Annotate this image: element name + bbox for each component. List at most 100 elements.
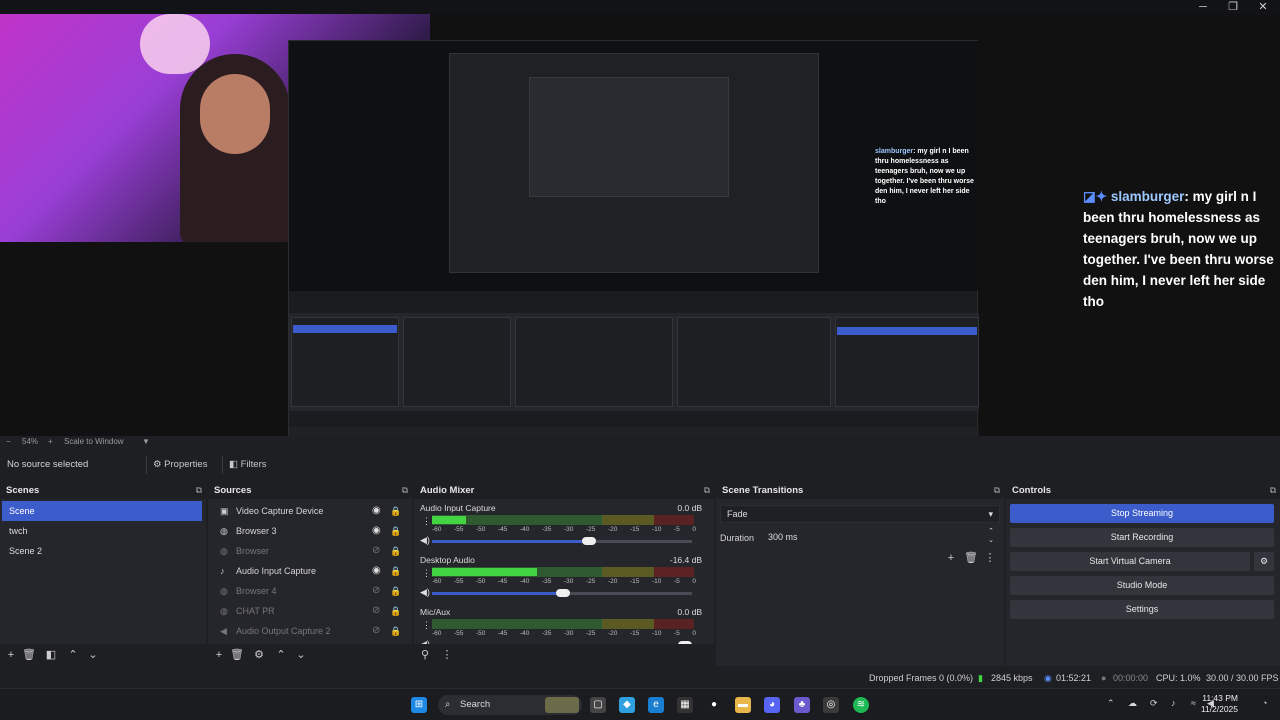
source-item[interactable]: ◍ CHAT PR ⊘ 🔒: [212, 601, 404, 621]
trash-icon[interactable]: 🗑: [22, 648, 36, 662]
zoom-in-button[interactable]: +: [48, 437, 53, 446]
lock-icon[interactable]: 🔒: [390, 501, 401, 521]
settings-button[interactable]: Settings: [1010, 600, 1274, 619]
meter-ticks: -60 -55 -50 -45 -40 -35 -30 -25 -20 -15 -10 -5 0: [432, 578, 696, 585]
channel-menu-icon[interactable]: ⋮: [422, 516, 431, 527]
lock-icon[interactable]: 🔒: [390, 541, 401, 561]
eye-icon[interactable]: ◉: [372, 501, 381, 521]
search-highlight-icon[interactable]: [545, 697, 579, 713]
gear-icon: ⚙: [1259, 556, 1269, 566]
volume-knob[interactable]: [581, 537, 596, 545]
sync-icon[interactable]: ⟳: [1150, 698, 1158, 709]
source-item[interactable]: ◍ Browser 4 ⊘ 🔒: [212, 581, 404, 601]
store-icon[interactable]: ▦: [677, 697, 693, 713]
eye-off-icon[interactable]: ⊘: [372, 541, 380, 561]
eye-icon[interactable]: ◉: [372, 521, 381, 541]
tray-chevron-icon[interactable]: ⌃: [1107, 698, 1115, 709]
source-item[interactable]: ♪ Audio Input Capture ◉ 🔒: [212, 561, 404, 581]
cloud-icon[interactable]: ☁: [1128, 698, 1137, 709]
source-item[interactable]: ◍ Browser 3 ◉ 🔒: [212, 521, 404, 541]
popout-icon[interactable]: ⧉: [994, 482, 1000, 499]
restore-button[interactable]: ❐: [1218, 0, 1248, 14]
add-icon[interactable]: +: [944, 551, 958, 565]
mute-icon[interactable]: ◀): [420, 587, 430, 598]
filters-button[interactable]: ◧ Filters: [222, 456, 273, 474]
more-icon[interactable]: ⋮: [440, 648, 454, 662]
spotify-icon[interactable]: ≋: [853, 697, 869, 713]
popout-icon[interactable]: ⧉: [196, 482, 202, 499]
minimize-button[interactable]: ─: [1188, 0, 1218, 14]
chevron-down-icon[interactable]: ⌄: [294, 648, 308, 662]
folder-icon[interactable]: ▬: [735, 697, 751, 713]
advanced-audio-icon[interactable]: ⚲: [418, 648, 432, 662]
eye-off-icon[interactable]: ⊘: [372, 621, 380, 641]
tick-label: -55: [454, 526, 464, 533]
trash-icon[interactable]: 🗑: [230, 648, 244, 662]
status-bar: Dropped Frames 0 (0.0%) ▮ 2845 kbps ◉ 01…: [0, 670, 1280, 688]
eye-icon[interactable]: ◉: [372, 561, 381, 581]
channel-menu-icon[interactable]: ⋮: [422, 620, 431, 631]
app-icon[interactable]: ♣: [794, 697, 810, 713]
start-recording-button[interactable]: Start Recording: [1010, 528, 1274, 547]
stop-streaming-button[interactable]: Stop Streaming: [1010, 504, 1274, 523]
more-icon[interactable]: ⋮: [983, 551, 997, 565]
popout-icon[interactable]: ⧉: [704, 482, 710, 499]
source-item[interactable]: ▣ Video Capture Device ◉ 🔒: [212, 501, 404, 521]
chevron-up-icon[interactable]: ⌃: [274, 648, 288, 662]
source-item[interactable]: ◀ Audio Output Capture 2 ⊘ 🔒: [212, 621, 404, 641]
mute-icon[interactable]: ◀): [420, 535, 430, 546]
spin-arrows-icon[interactable]: ⌃ ⌄: [988, 527, 994, 545]
scale-mode-select[interactable]: Scale to Window: [64, 437, 124, 446]
task-view-icon[interactable]: ▢: [590, 697, 606, 713]
add-icon[interactable]: +: [212, 648, 226, 662]
tick-label: -40: [520, 526, 530, 533]
volume-slider[interactable]: [432, 537, 692, 545]
lock-icon[interactable]: 🔒: [390, 621, 401, 641]
zoom-out-button[interactable]: −: [6, 437, 11, 446]
virtual-camera-settings-button[interactable]: ⚙: [1254, 552, 1274, 571]
lock-icon[interactable]: 🔒: [390, 561, 401, 581]
tick-label: -5: [674, 630, 680, 637]
preview-canvas[interactable]: slamburger: my girl n I been thru homele…: [0, 14, 1280, 445]
scene-item[interactable]: twch: [2, 521, 202, 541]
notification-icon[interactable]: ◔: [1262, 698, 1267, 708]
discord-icon[interactable]: ◕: [764, 697, 780, 713]
nested-chat-message: slamburger: my girl n I been thru homele…: [875, 148, 974, 205]
chevron-down-icon[interactable]: ▼: [142, 437, 150, 446]
gear-icon[interactable]: ⚙: [252, 648, 266, 662]
properties-button[interactable]: ⚙ Properties: [146, 456, 213, 474]
copilot-icon[interactable]: ◆: [619, 697, 635, 713]
edge-icon[interactable]: e: [648, 697, 664, 713]
lock-icon[interactable]: 🔒: [390, 601, 401, 621]
microphone-icon[interactable]: ♪: [1171, 698, 1176, 708]
trash-icon[interactable]: 🗑: [964, 551, 978, 565]
wifi-icon[interactable]: ≈: [1191, 698, 1196, 708]
location-icon[interactable]: ●: [706, 697, 722, 713]
source-item[interactable]: ◍ Browser ⊘ 🔒: [212, 541, 404, 561]
close-button[interactable]: ✕: [1248, 0, 1278, 14]
chevron-up-icon[interactable]: ⌃: [66, 648, 80, 662]
source-label: Audio Output Capture 2: [236, 626, 331, 636]
lock-icon[interactable]: 🔒: [390, 581, 401, 601]
duration-input[interactable]: 300 ms ⌃ ⌄: [762, 527, 1000, 547]
scene-item[interactable]: Scene: [2, 501, 202, 521]
eye-off-icon[interactable]: ⊘: [372, 581, 380, 601]
scene-item[interactable]: Scene 2: [2, 541, 202, 561]
popout-icon[interactable]: ⧉: [402, 482, 408, 499]
lock-icon[interactable]: 🔒: [390, 521, 401, 541]
start-virtual-camera-button[interactable]: Start Virtual Camera: [1010, 552, 1250, 571]
studio-mode-button[interactable]: Studio Mode: [1010, 576, 1274, 595]
filter-icon[interactable]: ◧: [44, 648, 58, 662]
volume-knob[interactable]: [555, 589, 570, 597]
volume-slider[interactable]: [432, 589, 692, 597]
add-icon[interactable]: +: [4, 648, 18, 662]
obs-icon[interactable]: ◎: [823, 697, 839, 713]
transition-select[interactable]: Fade ▾: [720, 505, 1000, 523]
popout-icon[interactable]: ⧉: [1270, 482, 1276, 499]
start-menu-icon[interactable]: ⊞: [411, 697, 427, 713]
channel-menu-icon[interactable]: ⋮: [422, 568, 431, 579]
eye-off-icon[interactable]: ⊘: [372, 601, 380, 621]
clock[interactable]: 11:43 PM 11/2/2025: [1201, 693, 1238, 715]
chevron-down-icon[interactable]: ⌄: [86, 648, 100, 662]
tick-label: 0: [692, 526, 696, 533]
